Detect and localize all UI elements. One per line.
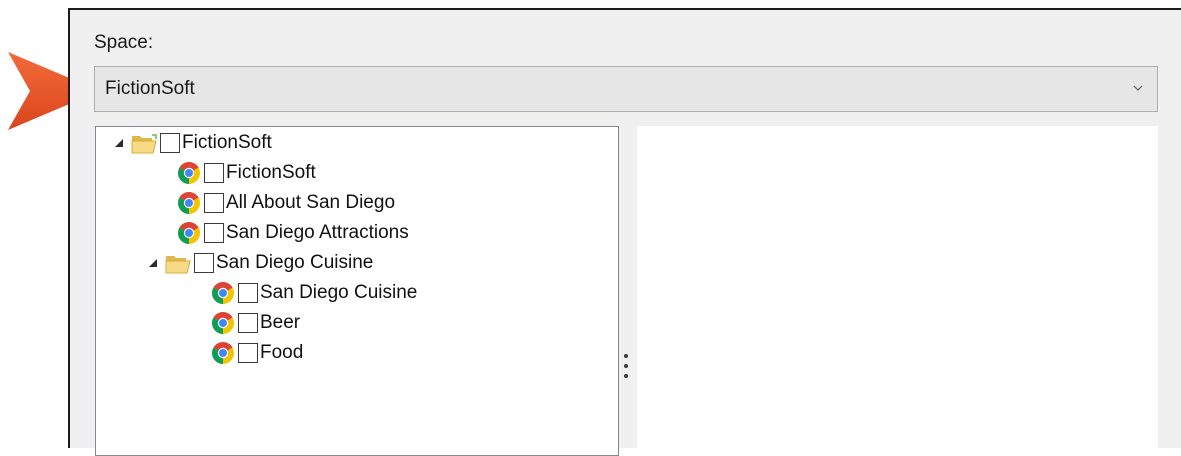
space-tree[interactable]: FictionSoft FictionSoft All About San Di… bbox=[95, 126, 619, 456]
chrome-icon bbox=[178, 162, 200, 184]
tree-checkbox[interactable] bbox=[160, 133, 180, 153]
splitter-grip-icon[interactable] bbox=[622, 350, 630, 384]
tree-checkbox[interactable] bbox=[238, 343, 258, 363]
preview-pane bbox=[637, 126, 1158, 456]
tree-node-label: Beer bbox=[260, 312, 301, 333]
space-dropdown[interactable]: FictionSoft bbox=[94, 66, 1158, 112]
chrome-icon bbox=[178, 222, 200, 244]
tree-node-folder[interactable]: San Diego Cuisine bbox=[148, 249, 373, 277]
chrome-icon bbox=[212, 312, 234, 334]
space-dropdown-value: FictionSoft bbox=[105, 78, 195, 99]
chevron-down-icon[interactable] bbox=[1131, 81, 1145, 95]
tree-node-page[interactable]: Beer bbox=[208, 309, 300, 337]
expand-arrow-icon[interactable] bbox=[114, 138, 124, 148]
tree-checkbox[interactable] bbox=[238, 283, 258, 303]
tree-node-label: FictionSoft bbox=[226, 162, 316, 183]
tree-checkbox[interactable] bbox=[238, 313, 258, 333]
tree-node-label: All About San Diego bbox=[226, 192, 396, 213]
folder-open-icon bbox=[131, 134, 157, 154]
chrome-icon bbox=[212, 342, 234, 364]
tree-node-folder[interactable]: FictionSoft bbox=[114, 129, 272, 157]
chrome-icon bbox=[212, 282, 234, 304]
tree-node-page[interactable]: San Diego Attractions bbox=[174, 219, 409, 247]
tree-node-page[interactable]: Food bbox=[208, 339, 303, 367]
tree-checkbox[interactable] bbox=[204, 193, 224, 213]
space-label: Space: bbox=[94, 32, 154, 53]
tree-node-label: San Diego Attractions bbox=[226, 222, 409, 243]
tree-node-label: Food bbox=[260, 342, 304, 363]
tree-node-page[interactable]: San Diego Cuisine bbox=[208, 279, 417, 307]
tree-node-label: San Diego Cuisine bbox=[216, 252, 374, 273]
space-panel: Space: FictionSoft FictionSoft FictionSo… bbox=[68, 8, 1181, 456]
tree-checkbox[interactable] bbox=[194, 253, 214, 273]
tree-checkbox[interactable] bbox=[204, 223, 224, 243]
tree-node-label: San Diego Cuisine bbox=[260, 282, 418, 303]
expand-arrow-icon[interactable] bbox=[148, 258, 158, 268]
tree-checkbox[interactable] bbox=[204, 163, 224, 183]
tree-node-page[interactable]: All About San Diego bbox=[174, 189, 395, 217]
folder-open-icon bbox=[165, 256, 191, 274]
tree-node-label: FictionSoft bbox=[182, 132, 272, 153]
chrome-icon bbox=[178, 192, 200, 214]
tree-node-page[interactable]: FictionSoft bbox=[174, 159, 316, 187]
